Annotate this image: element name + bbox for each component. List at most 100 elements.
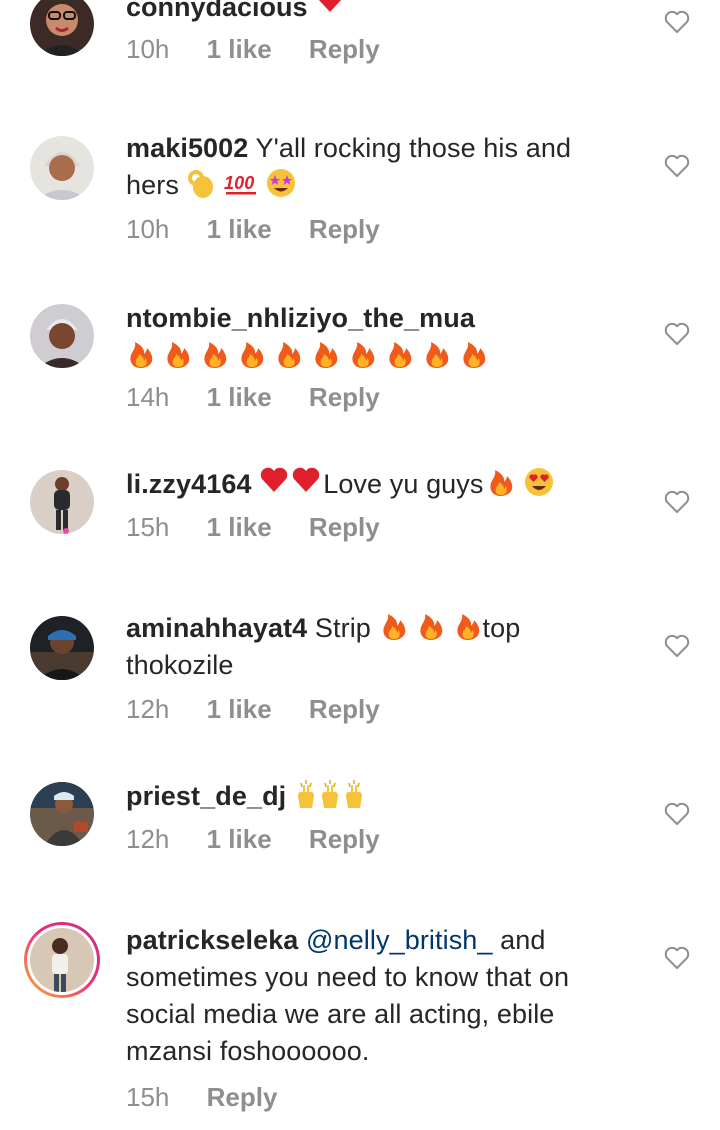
reply-button[interactable]: Reply xyxy=(309,382,380,413)
fire-emoji xyxy=(200,338,230,370)
avatar-image xyxy=(30,782,94,846)
comment-item: aminahhayat4 Strip top thokozile 12h 1 l… xyxy=(0,610,720,740)
comment-body: li.zzy4164 Love yu guys xyxy=(126,466,606,503)
fire-emoji xyxy=(379,610,409,642)
fire-emoji xyxy=(453,610,483,642)
comment-username[interactable]: aminahhayat4 xyxy=(126,613,307,643)
fire-emoji xyxy=(459,338,489,370)
hundred-points-emoji: 100 xyxy=(224,167,258,199)
comment-time: 12h xyxy=(126,694,170,724)
comment-time: 12h xyxy=(126,824,170,854)
fire-emoji xyxy=(311,338,341,370)
comment-text: mzansi foshoooooo. xyxy=(126,1036,370,1066)
avatar[interactable] xyxy=(30,470,94,534)
reply-button[interactable]: Reply xyxy=(309,512,380,543)
comment-meta: 12h 1 like Reply xyxy=(126,824,380,855)
comment-meta: 12h 1 like Reply xyxy=(126,694,380,725)
comment-time: 10h xyxy=(126,34,170,64)
fire-emoji-row xyxy=(126,338,496,375)
comment-meta: 14h 1 like Reply xyxy=(126,382,380,413)
fire-emoji xyxy=(237,338,267,370)
comment-body: maki5002 Y'all rocking those his and her… xyxy=(126,130,606,204)
comment-text: and xyxy=(500,925,546,955)
avatar-image xyxy=(30,616,94,680)
comment-username[interactable]: connydacious xyxy=(126,0,308,22)
avatar-image xyxy=(30,136,94,200)
comment-meta: 15h 1 like Reply xyxy=(126,512,380,543)
comment-likes[interactable]: 1 like xyxy=(207,512,272,543)
reply-button[interactable]: Reply xyxy=(309,214,380,245)
comment-text: thokozile xyxy=(126,650,234,680)
fire-emoji xyxy=(348,338,378,370)
comment-time: 15h xyxy=(126,512,170,542)
like-heart-icon[interactable] xyxy=(664,322,690,346)
fire-emoji xyxy=(163,338,193,370)
comment-text: social media we are all acting, ebile xyxy=(126,999,555,1029)
reply-button[interactable]: Reply xyxy=(207,1082,278,1113)
comment-item: priest_de_dj 12h 1 like Reply xyxy=(0,778,720,878)
comment-item: li.zzy4164 Love yu guys 15h 1 like Reply xyxy=(0,466,720,566)
avatar[interactable] xyxy=(30,0,94,56)
comment-body: aminahhayat4 Strip top thokozile xyxy=(126,610,606,684)
comment-username[interactable]: maki5002 xyxy=(126,133,248,163)
avatar-image xyxy=(30,928,94,992)
comment-text: hers xyxy=(126,170,179,200)
avatar-story-ring[interactable] xyxy=(24,922,100,998)
fire-emoji xyxy=(422,338,452,370)
comment-likes[interactable]: 1 like xyxy=(207,694,272,725)
raising-hands-emoji xyxy=(294,778,318,810)
raising-hands-emoji xyxy=(318,778,342,810)
fire-emoji xyxy=(126,338,156,370)
reply-button[interactable]: Reply xyxy=(309,34,380,65)
reply-button[interactable]: Reply xyxy=(309,694,380,725)
comment-body: ntombie_nhliziyo_the_mua xyxy=(126,300,606,375)
comment-meta: 15h Reply xyxy=(126,1082,277,1113)
comment-text: Love yu guys xyxy=(323,469,484,499)
avatar-image xyxy=(30,0,94,56)
comment-time: 10h xyxy=(126,214,170,244)
like-heart-icon[interactable] xyxy=(664,634,690,658)
avatar-image xyxy=(30,304,94,368)
avatar-image xyxy=(30,470,94,534)
comment-username[interactable]: ntombie_nhliziyo_the_mua xyxy=(126,303,475,333)
comment-body: priest_de_dj xyxy=(126,778,606,815)
reply-button[interactable]: Reply xyxy=(309,824,380,855)
red-heart-emoji xyxy=(291,466,321,498)
fire-emoji xyxy=(416,610,446,642)
heart-eyes-emoji xyxy=(523,466,553,498)
comment-likes[interactable]: 1 like xyxy=(207,214,272,245)
red-heart-emoji xyxy=(259,466,289,498)
raising-hands-emoji xyxy=(342,778,366,810)
comment-username[interactable]: li.zzy4164 xyxy=(126,469,252,499)
like-heart-icon[interactable] xyxy=(664,10,690,34)
avatar[interactable] xyxy=(30,136,94,200)
like-heart-icon[interactable] xyxy=(664,802,690,826)
comment-likes[interactable]: 1 like xyxy=(207,824,272,855)
svg-text:100: 100 xyxy=(224,173,254,193)
avatar[interactable] xyxy=(30,782,94,846)
ok-hand-emoji xyxy=(187,167,217,199)
comment-meta: 10h 1 like Reply xyxy=(126,34,380,65)
comment-likes[interactable]: 1 like xyxy=(207,34,272,65)
red-heart-emoji xyxy=(315,0,345,18)
comment-time: 15h xyxy=(126,1082,170,1112)
comment-body: patrickseleka @nelly_british_ and someti… xyxy=(126,922,646,1070)
avatar[interactable] xyxy=(30,304,94,368)
like-heart-icon[interactable] xyxy=(664,946,690,970)
comment-item: ntombie_nhliziyo_the_mua 14h 1 like Repl… xyxy=(0,300,720,430)
comment-item: connydacious 10h 1 like Reply xyxy=(0,0,720,100)
comment-likes[interactable]: 1 like xyxy=(207,382,272,413)
fire-emoji xyxy=(486,466,516,498)
comment-username[interactable]: priest_de_dj xyxy=(126,781,286,811)
comment-text: Strip xyxy=(314,613,371,643)
comment-text: Y'all rocking those his and xyxy=(255,133,572,163)
mention-link[interactable]: @nelly_british_ xyxy=(306,925,493,955)
like-heart-icon[interactable] xyxy=(664,154,690,178)
comment-username[interactable]: patrickseleka xyxy=(126,925,298,955)
avatar[interactable] xyxy=(30,616,94,680)
star-struck-emoji xyxy=(265,167,295,199)
comment-text: sometimes you need to know that on xyxy=(126,962,570,992)
like-heart-icon[interactable] xyxy=(664,490,690,514)
comment-item: maki5002 Y'all rocking those his and her… xyxy=(0,130,720,270)
fire-emoji xyxy=(385,338,415,370)
